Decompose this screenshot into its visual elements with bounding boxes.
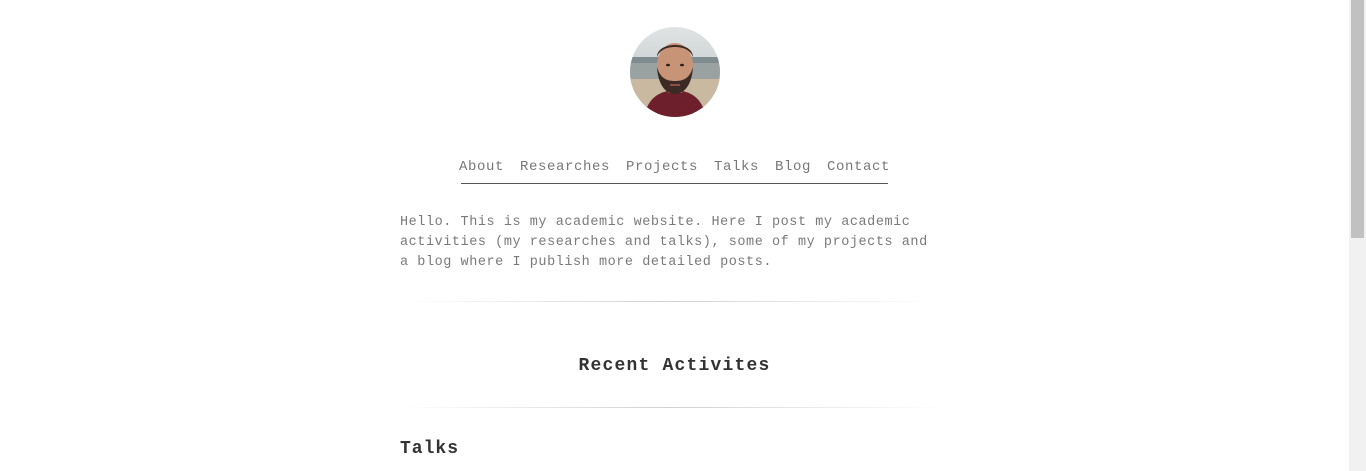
- intro-text: Hello. This is my academic website. Here…: [400, 215, 928, 270]
- page: About Researches Projects Talks Blog Con…: [0, 0, 1349, 471]
- nav-item-projects[interactable]: Projects: [626, 157, 698, 177]
- section-title: Recent Activites: [578, 356, 771, 376]
- avatar: [630, 27, 720, 117]
- divider: [400, 301, 940, 302]
- talks-heading: Talks: [400, 439, 460, 459]
- avatar-photo: [630, 27, 720, 117]
- scrollbar[interactable]: [1349, 0, 1366, 471]
- nav-item-talks[interactable]: Talks: [714, 157, 759, 177]
- nav-item-researches[interactable]: Researches: [520, 157, 610, 177]
- nav-item-about[interactable]: About: [459, 157, 504, 177]
- scrollbar-thumb[interactable]: [1351, 0, 1364, 238]
- nav-item-blog[interactable]: Blog: [775, 157, 811, 177]
- nav-item-contact[interactable]: Contact: [827, 157, 890, 177]
- divider: [400, 407, 940, 408]
- main-nav: About Researches Projects Talks Blog Con…: [459, 157, 890, 184]
